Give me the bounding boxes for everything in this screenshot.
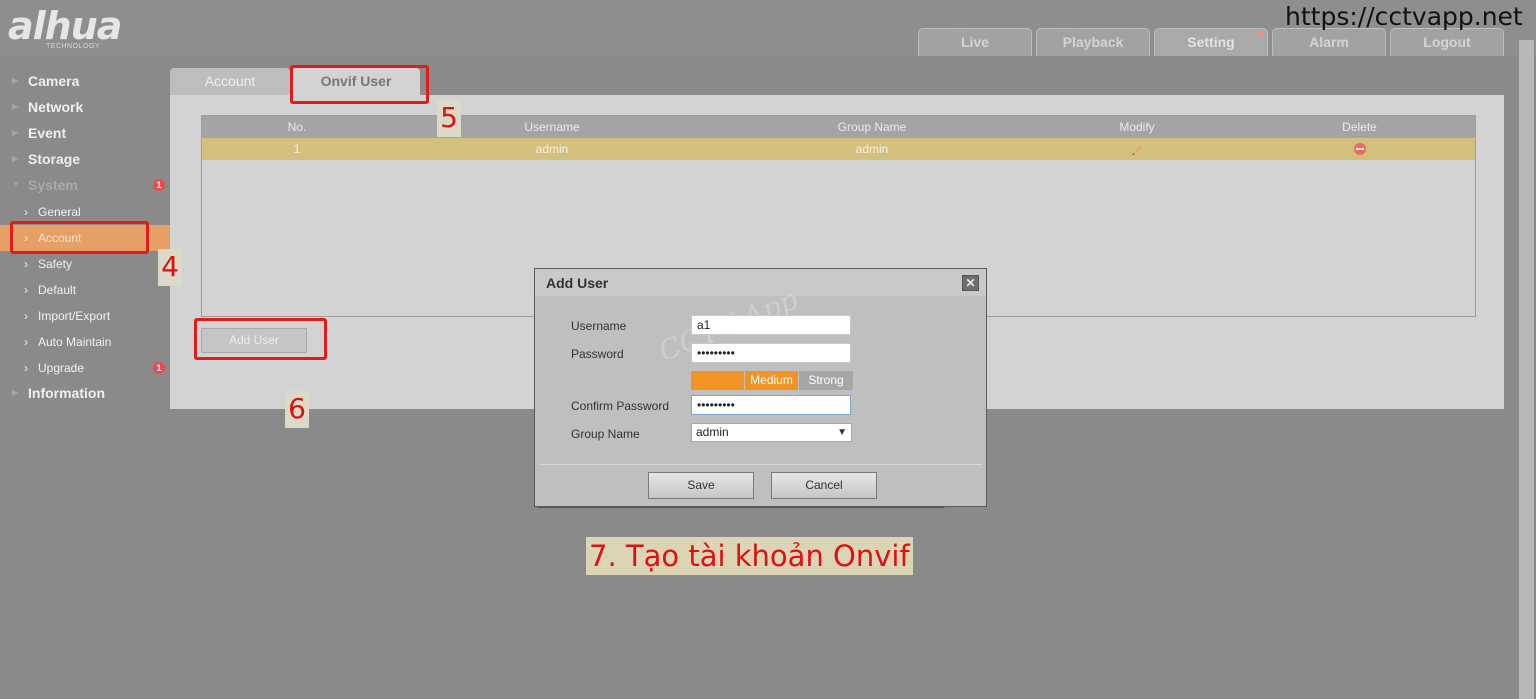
chevron-right-icon: › [24, 283, 28, 297]
sidebar-item-label: General [38, 205, 81, 219]
sidebar-item-label: Upgrade [38, 361, 85, 375]
save-button[interactable]: Save [648, 472, 754, 499]
brand-tagline: TECHNOLOGY [46, 43, 101, 50]
tab-live[interactable]: Live [918, 28, 1032, 56]
group-name-value: admin [696, 425, 729, 439]
sidebar: ▶ Camera ▶ Network ▶ Event ▶ Storage ▼ S… [0, 56, 170, 699]
sidebar-item-system[interactable]: ▼ System 1 [0, 172, 170, 198]
chevron-right-icon: › [24, 257, 28, 271]
sidebar-item-storage[interactable]: ▶ Storage [0, 146, 170, 172]
annotation-box-account [10, 221, 149, 254]
sidebar-item-label: Camera [28, 73, 80, 89]
pencil-icon[interactable] [1130, 142, 1144, 156]
row-group-name: admin [855, 142, 889, 156]
password-input[interactable]: ••••••••• [691, 343, 851, 363]
username-label: Username [571, 319, 627, 333]
sidebar-item-label: Information [28, 385, 105, 401]
sidebar-item-label: Auto Maintain [38, 335, 112, 349]
sidebar-item-label: Event [28, 125, 67, 141]
chevron-right-icon: › [24, 361, 28, 375]
sidebar-item-label: Safety [38, 257, 73, 271]
close-icon[interactable]: ✕ [962, 275, 979, 291]
annotation-box-onvif-tab [290, 65, 429, 104]
step-label-4: 4 [158, 249, 182, 286]
watermark-url: https://cctvapp.net [1285, 2, 1523, 31]
sidebar-item-upgrade[interactable]: › Upgrade 1 [0, 355, 170, 381]
table-row[interactable]: 1 admin admin [202, 138, 1475, 160]
group-name-select[interactable]: admin ▼ [691, 423, 852, 442]
brand-logo: alhua TECHNOLOGY [8, 4, 158, 52]
triangle-right-icon: ▶ [12, 388, 19, 397]
chevron-down-icon: ▼ [837, 427, 847, 438]
group-name-label: Group Name [571, 427, 640, 441]
dialog-title: Add User [546, 275, 609, 291]
dialog-divider [539, 464, 982, 465]
tab-playback[interactable]: Playback [1036, 28, 1150, 56]
triangle-right-icon: ▶ [12, 154, 19, 163]
brand-name: alhua [8, 4, 122, 48]
cancel-button[interactable]: Cancel [771, 472, 877, 499]
sidebar-item-label: System [28, 177, 78, 193]
chevron-right-icon: › [24, 309, 28, 323]
sidebar-item-auto-maintain[interactable]: › Auto Maintain [0, 329, 170, 355]
strength-weak [691, 371, 744, 390]
dialog-title-bar: Add User ✕ [535, 269, 986, 297]
header-delete: Delete [1342, 120, 1377, 134]
header-no: No. [287, 120, 307, 134]
step-label-6: 6 [285, 391, 309, 428]
triangle-right-icon: ▶ [12, 102, 19, 111]
triangle-right-icon: ▶ [12, 128, 19, 137]
sidebar-item-network[interactable]: ▶ Network [0, 94, 170, 120]
table-header: No. Username Group Name Modify Delete [202, 116, 1475, 138]
password-label: Password [571, 347, 624, 361]
sidebar-item-information[interactable]: ▶ Information [0, 380, 170, 406]
row-modify-cell [1082, 138, 1192, 160]
confirm-password-label: Confirm Password [571, 399, 670, 413]
step-label-5: 5 [437, 100, 461, 137]
password-strength-meter: Medium Strong [691, 371, 853, 390]
tab-alarm[interactable]: Alarm [1272, 28, 1386, 56]
sidebar-item-safety[interactable]: › Safety [0, 251, 170, 277]
upgrade-badge: 1 [153, 362, 165, 374]
page-scrollbar[interactable] [1519, 40, 1534, 699]
tab-setting-label: Setting [1187, 34, 1235, 50]
sidebar-item-label: Default [38, 283, 77, 297]
row-no: 1 [293, 142, 301, 156]
header-bar: alhua TECHNOLOGY Live Playback Setting A… [0, 0, 1536, 56]
sidebar-item-event[interactable]: ▶ Event [0, 120, 170, 146]
tab-logout[interactable]: Logout [1390, 28, 1504, 56]
confirm-password-input[interactable]: ••••••••• [691, 395, 851, 415]
system-badge: 1 [153, 179, 165, 191]
row-username: admin [535, 142, 569, 156]
tab-setting[interactable]: Setting [1154, 28, 1268, 56]
notification-dot-icon [1258, 31, 1263, 36]
strength-strong: Strong [799, 371, 853, 390]
triangle-right-icon: ▶ [12, 76, 19, 85]
header-username: Username [524, 120, 580, 134]
username-input[interactable]: a1 [691, 315, 851, 335]
annotation-box-add-user [194, 318, 327, 360]
triangle-down-icon: ▼ [12, 180, 20, 189]
strength-medium: Medium [745, 371, 798, 390]
header-modify: Modify [1119, 120, 1155, 134]
sidebar-item-import-export[interactable]: › Import/Export [0, 303, 170, 329]
sidebar-item-label: Storage [28, 151, 81, 167]
subtab-account[interactable]: Account [170, 68, 290, 96]
sidebar-item-camera[interactable]: ▶ Camera [0, 68, 170, 94]
row-delete-cell [1302, 138, 1417, 160]
header-group-name: Group Name [837, 120, 907, 134]
sidebar-item-label: Import/Export [38, 309, 111, 323]
chevron-right-icon: › [24, 335, 28, 349]
step-caption: 7. Tạo tài khoản Onvif [586, 537, 913, 575]
add-user-dialog: Add User ✕ CCTV App Username a1 Password… [534, 268, 987, 507]
delete-icon[interactable] [1353, 143, 1366, 155]
sidebar-item-default[interactable]: › Default [0, 277, 170, 303]
sidebar-item-label: Network [28, 99, 84, 115]
